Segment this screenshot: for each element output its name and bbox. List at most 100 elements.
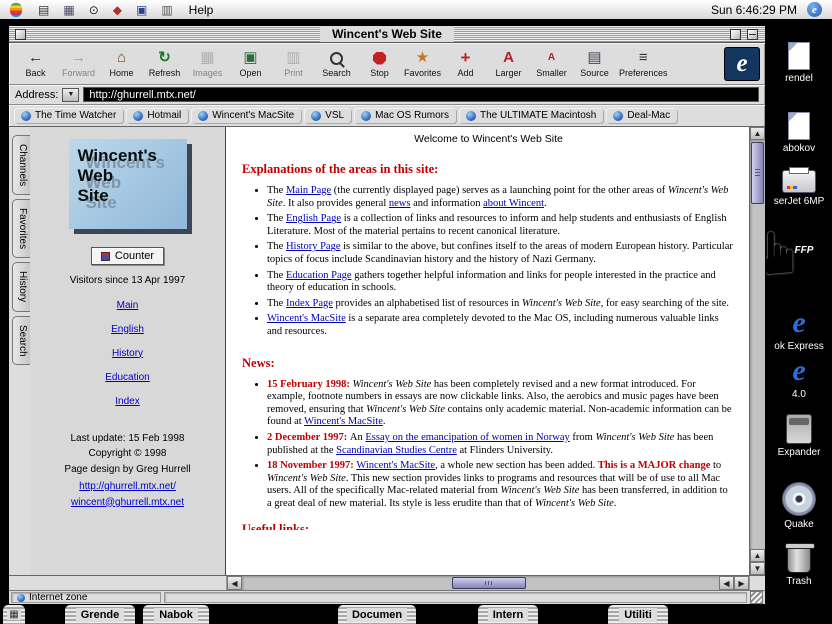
document-desktop-icon[interactable]: abokov: [766, 112, 832, 155]
mail-icon: [792, 308, 805, 338]
content-link[interactable]: Education Page: [286, 270, 352, 281]
search-button[interactable]: Search: [315, 44, 358, 83]
content-link[interactable]: news: [389, 198, 411, 209]
sharing-menu-icon[interactable]: ◆: [113, 1, 122, 19]
scroll-down-arrow[interactable]: ▼: [750, 562, 765, 575]
browser-desktop-icon[interactable]: 4.0: [766, 356, 832, 401]
window-tab-documen[interactable]: Documen: [337, 604, 417, 624]
favorite-button-3[interactable]: VSL: [304, 108, 351, 123]
content-link[interactable]: History Page: [286, 241, 341, 252]
sidebar-link-education[interactable]: Education: [30, 372, 225, 383]
side-tab-history[interactable]: History: [12, 262, 30, 311]
text-run: .: [544, 198, 547, 209]
sidebar-link-history[interactable]: History: [30, 348, 225, 359]
utility-desktop-icon[interactable]: Expander: [766, 414, 832, 459]
zoom-button[interactable]: [730, 29, 741, 40]
window-tab-nabok[interactable]: Nabok: [142, 604, 210, 624]
clipboard-menu-icon[interactable]: ▥: [161, 1, 172, 19]
apple-menu-icon[interactable]: [10, 3, 22, 17]
images-button[interactable]: Images: [186, 44, 229, 83]
hand-desktop-icon[interactable]: FFP: [766, 220, 832, 257]
counter-section: Counter Visitors since 13 Apr 1997: [30, 247, 225, 286]
text-run: and information: [410, 198, 483, 209]
content-link[interactable]: English Page: [286, 213, 341, 224]
home-button[interactable]: Home: [100, 44, 143, 83]
application-menu-icon[interactable]: e: [807, 2, 822, 17]
disc-desktop-icon[interactable]: Quake: [766, 482, 832, 531]
favorite-button-2[interactable]: Wincent's MacSite: [191, 108, 301, 123]
print-button[interactable]: Print: [272, 44, 315, 83]
add-button[interactable]: Add: [444, 44, 487, 83]
close-button[interactable]: [15, 29, 26, 40]
menubar-clock[interactable]: Sun 6:46:29 PM: [711, 3, 797, 17]
footer-link[interactable]: wincent@ghurrell.mtx.net: [30, 495, 225, 511]
document-desktop-icon[interactable]: rendel: [766, 42, 832, 85]
resize-grip[interactable]: [750, 591, 763, 604]
stop-button[interactable]: Stop: [358, 44, 401, 83]
open-button[interactable]: Open: [229, 44, 272, 83]
side-tab-search[interactable]: Search: [12, 316, 30, 366]
collapse-button[interactable]: [747, 29, 758, 40]
preferences-button[interactable]: Preferences: [616, 44, 671, 83]
printer-desktop-icon[interactable]: serJet 6MP: [766, 170, 832, 208]
content-link[interactable]: about Wincent: [483, 198, 544, 209]
add-icon: [458, 49, 474, 67]
scroll-left-arrow[interactable]: ◀: [227, 576, 242, 590]
open-label: Open: [239, 68, 261, 78]
favorite-button-6[interactable]: Deal-Mac: [606, 108, 677, 123]
mail-desktop-icon[interactable]: ok Express: [766, 308, 832, 353]
trash-desktop-icon[interactable]: Trash: [766, 546, 832, 588]
content-link[interactable]: Wincent's MacSite: [267, 313, 346, 324]
forward-button[interactable]: Forward: [57, 44, 100, 83]
favorites-button[interactable]: Favorites: [401, 44, 444, 83]
address-input[interactable]: http://ghurrell.mtx.net/: [83, 87, 759, 102]
home-icon: [114, 49, 130, 67]
vertical-scrollbar[interactable]: ▲ ▲ ▼: [749, 127, 765, 575]
horizontal-scroll-track[interactable]: [242, 576, 719, 590]
scroll-up-arrow-bottom[interactable]: ▲: [750, 549, 765, 562]
side-tab-strip: Channels Favorites History Search: [9, 127, 30, 575]
scroll-right-arrow[interactable]: ▶: [734, 576, 749, 590]
scroll-left-arrow-right[interactable]: ◀: [719, 576, 734, 590]
content-link[interactable]: Scandinavian Studies Centre: [336, 445, 457, 456]
side-tab-channels[interactable]: Channels: [12, 135, 30, 195]
window-tab-utiliti[interactable]: Utiliti: [607, 604, 669, 624]
favorite-button-4[interactable]: Mac OS Rumors: [354, 108, 456, 123]
sidebar-link-main[interactable]: Main: [30, 300, 225, 311]
content-link[interactable]: Index Page: [286, 298, 333, 309]
footer-link[interactable]: http://ghurrell.mtx.net/: [30, 479, 225, 495]
larger-button[interactable]: Larger: [487, 44, 530, 83]
horizontal-scroll-thumb[interactable]: [452, 577, 526, 589]
search-menu-icon[interactable]: ⊙: [89, 1, 99, 19]
apps-menu-icon[interactable]: ▣: [136, 1, 147, 19]
sidebar-link-index[interactable]: Index: [30, 396, 225, 407]
source-button[interactable]: Source: [573, 44, 616, 83]
favorite-button-0[interactable]: The Time Watcher: [14, 108, 123, 123]
content-link[interactable]: Essay on the emancipation of women in No…: [365, 432, 569, 443]
address-dropdown-icon[interactable]: ▼: [62, 88, 79, 102]
ie-logo: e: [724, 47, 760, 81]
content-link[interactable]: Wincent's MacSite: [356, 460, 435, 471]
window-tab-intern[interactable]: Intern: [477, 604, 539, 624]
scroll-up-arrow[interactable]: ▲: [750, 127, 765, 140]
vertical-scroll-thumb[interactable]: [751, 142, 764, 204]
counter-button[interactable]: Counter: [91, 247, 164, 265]
favorite-button-5[interactable]: The ULTIMATE Macintosh: [459, 108, 603, 123]
printer-menu-icon[interactable]: ▤: [38, 1, 49, 19]
stop-icon: [372, 49, 388, 67]
favorite-button-1[interactable]: Hotmail: [126, 108, 188, 123]
refresh-button[interactable]: Refresh: [143, 44, 186, 83]
help-menu[interactable]: Help: [189, 3, 214, 17]
mini-tab[interactable]: [2, 604, 26, 624]
sidebar-link-english[interactable]: English: [30, 324, 225, 335]
section-heading: News:: [242, 356, 735, 371]
vertical-scroll-track[interactable]: [750, 140, 765, 549]
smaller-button[interactable]: Smaller: [530, 44, 573, 83]
window-titlebar[interactable]: Wincent's Web Site: [9, 26, 765, 43]
side-tab-favorites[interactable]: Favorites: [12, 199, 30, 258]
disk-menu-icon[interactable]: ▦: [63, 1, 74, 19]
back-button[interactable]: Back: [14, 44, 57, 83]
content-link[interactable]: Main Page: [286, 185, 331, 196]
window-tab-grende[interactable]: Grende: [64, 604, 136, 624]
content-link[interactable]: Wincent's MacSite: [304, 416, 383, 427]
